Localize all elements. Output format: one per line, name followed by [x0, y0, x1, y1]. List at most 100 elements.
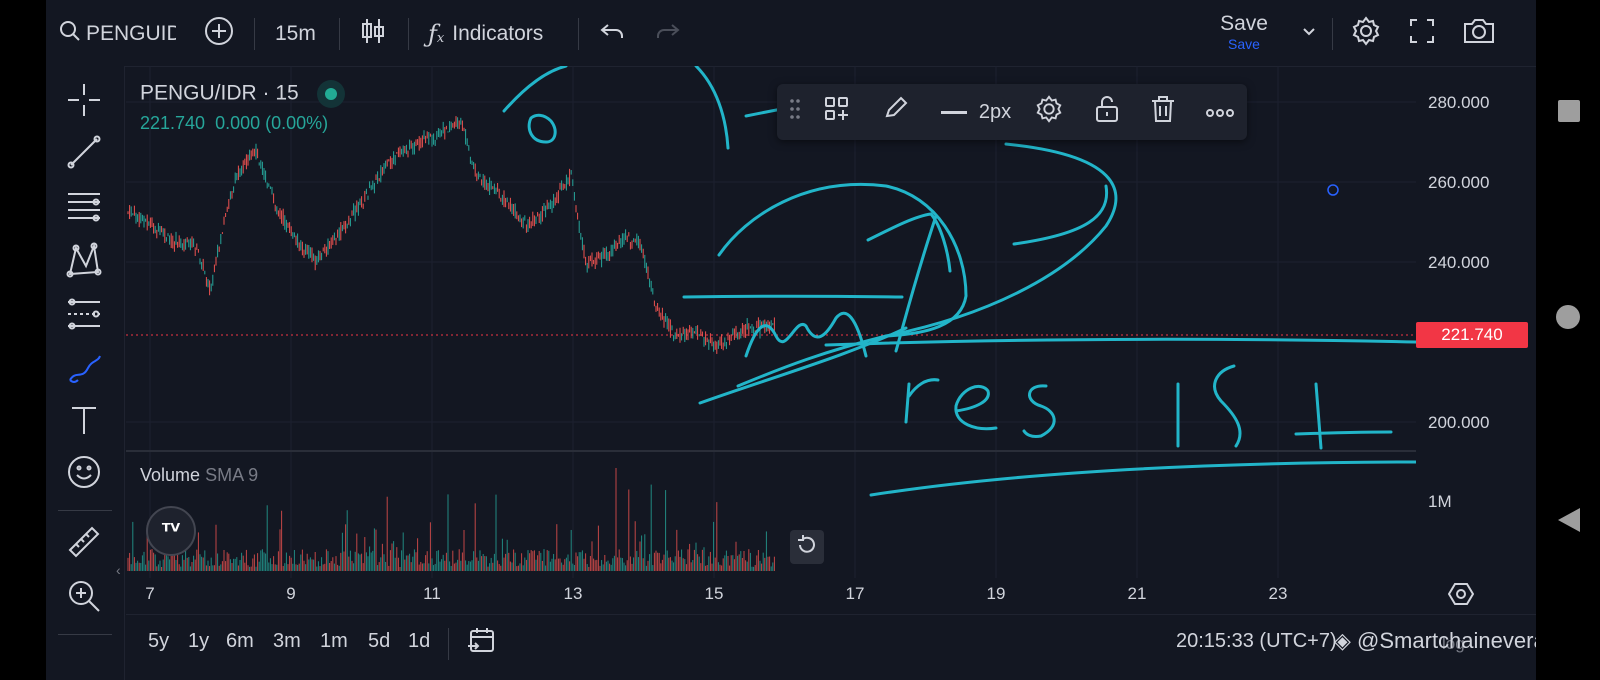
- clock-timezone[interactable]: 20:15:33 (UTC+7): [1176, 630, 1337, 653]
- handwriting-r: [904, 378, 940, 424]
- range-button-1m[interactable]: 1m: [320, 630, 348, 653]
- pencil-icon: [881, 96, 909, 126]
- tv-logo-icon: ᵀⱽ: [161, 519, 181, 543]
- gear-icon: [1034, 94, 1064, 130]
- range-button-1y[interactable]: 1y: [188, 630, 209, 653]
- drawing-arrow-head-left: [866, 212, 933, 242]
- line-width-button[interactable]: 2px: [935, 96, 1017, 128]
- crosshair-icon: [66, 82, 102, 123]
- redo-icon: [654, 17, 682, 51]
- fib-tool[interactable]: [64, 188, 104, 228]
- compare-button[interactable]: [204, 16, 234, 52]
- save-menu-button[interactable]: [1300, 18, 1318, 50]
- reset-icon: [796, 534, 818, 561]
- add-template-icon: [823, 95, 851, 129]
- home-button[interactable]: [1556, 305, 1580, 329]
- fx-icon: ƒx: [428, 20, 445, 48]
- delete-drawing-button[interactable]: [1147, 96, 1179, 128]
- brush-tool[interactable]: [64, 350, 104, 390]
- collapse-toolbar-button[interactable]: ‹: [116, 562, 121, 578]
- volume-title: Volume: [140, 465, 201, 485]
- time-axis-label: 15: [704, 584, 724, 603]
- drawing-resist-line: [824, 337, 1416, 347]
- price-chart[interactable]: [126, 66, 1416, 606]
- symbol-legend-title[interactable]: PENGU/IDR · 15: [140, 80, 345, 108]
- ruler-icon: [66, 524, 102, 565]
- line-width-icon: [940, 110, 967, 114]
- text-tool[interactable]: [64, 402, 104, 442]
- drawing-floating-toolbar: 2px: [777, 84, 1247, 140]
- chart-type-button[interactable]: [360, 18, 386, 50]
- hexagon-gear-icon: [1447, 583, 1475, 610]
- prediction-tool[interactable]: [64, 296, 104, 336]
- settings-button[interactable]: [1350, 16, 1382, 50]
- trash-icon: [1150, 95, 1176, 129]
- drag-handle[interactable]: [785, 96, 805, 128]
- crosshair-tool[interactable]: [64, 82, 104, 122]
- redo-button[interactable]: [654, 18, 682, 50]
- range-button-6m[interactable]: 6m: [226, 630, 254, 653]
- text-icon: [66, 402, 102, 443]
- more-button[interactable]: [1203, 96, 1237, 128]
- watermark: ◈ @Smartchainevera: [1334, 628, 1536, 654]
- emoji-tool[interactable]: [64, 454, 104, 494]
- time-axis-label: 21: [1127, 584, 1147, 603]
- reset-chart-button[interactable]: [790, 530, 824, 564]
- chevron-left-icon: ‹: [116, 562, 121, 578]
- axis-settings-button[interactable]: [1447, 582, 1475, 611]
- range-button-5d[interactable]: 5d: [368, 630, 390, 653]
- lock-icon: [1094, 95, 1120, 129]
- time-axis-label: 7: [145, 584, 155, 603]
- line-width-label: 2px: [978, 100, 1012, 123]
- drawing-settings-button[interactable]: [1033, 94, 1065, 130]
- symbol-search[interactable]: PENGUIDR: [58, 18, 176, 50]
- pattern-icon: [66, 241, 102, 283]
- drawing-resist-high: [682, 294, 904, 299]
- candles-icon: [360, 16, 386, 52]
- time-axis-label: 9: [286, 584, 296, 603]
- time-axis-label: 11: [423, 584, 441, 603]
- drawing-toolbar-left: [46, 66, 125, 680]
- save-button[interactable]: Save Save: [1206, 12, 1282, 52]
- line-color-button[interactable]: [877, 96, 913, 128]
- drawing-anchor-point: [1327, 184, 1339, 196]
- price-axis-label: 280.000: [1428, 93, 1490, 112]
- range-button-1d[interactable]: 1d: [408, 630, 430, 653]
- volume-sma: SMA 9: [205, 465, 259, 485]
- indicators-button[interactable]: ƒx Indicators: [428, 18, 543, 50]
- plus-circle-icon: [204, 16, 234, 52]
- drawing-big-curve: [884, 142, 1118, 338]
- tradingview-logo[interactable]: ᵀⱽ: [146, 506, 196, 556]
- goto-date-button[interactable]: [466, 626, 496, 661]
- watermark-text: @Smartchainevera: [1357, 628, 1536, 653]
- prediction-icon: [66, 296, 102, 337]
- save-label: Save: [1220, 12, 1268, 35]
- undo-button[interactable]: [598, 18, 626, 50]
- handwriting-t: [1294, 382, 1393, 450]
- volume-legend[interactable]: Volume SMA 9: [140, 465, 258, 486]
- back-button[interactable]: [1558, 508, 1580, 532]
- recents-button[interactable]: [1558, 100, 1580, 122]
- more-icon: [1205, 101, 1235, 124]
- undo-icon: [598, 17, 626, 51]
- drawing-underline: [869, 460, 1416, 497]
- lock-drawing-button[interactable]: [1091, 96, 1123, 128]
- chevron-down-icon: [1300, 22, 1318, 46]
- zoom-tool[interactable]: [64, 578, 104, 618]
- indicators-label: Indicators: [452, 22, 544, 45]
- drawing-swoosh: [1012, 184, 1109, 246]
- measure-tool[interactable]: [64, 524, 104, 564]
- trendline-icon: [66, 134, 102, 175]
- range-button-3m[interactable]: 3m: [273, 630, 301, 653]
- legend-title-text: PENGU/IDR · 15: [140, 81, 299, 105]
- pattern-tool[interactable]: [64, 241, 104, 283]
- calendar-icon: [466, 628, 496, 660]
- fullscreen-icon: [1408, 17, 1436, 51]
- trendline-tool[interactable]: [64, 134, 104, 174]
- range-button-5y[interactable]: 5y: [148, 630, 169, 653]
- snapshot-button[interactable]: [1462, 18, 1496, 50]
- fullscreen-button[interactable]: [1408, 18, 1436, 50]
- zoom-icon: [66, 578, 102, 619]
- templates-button[interactable]: [821, 96, 853, 128]
- interval-button[interactable]: 15m: [275, 18, 316, 50]
